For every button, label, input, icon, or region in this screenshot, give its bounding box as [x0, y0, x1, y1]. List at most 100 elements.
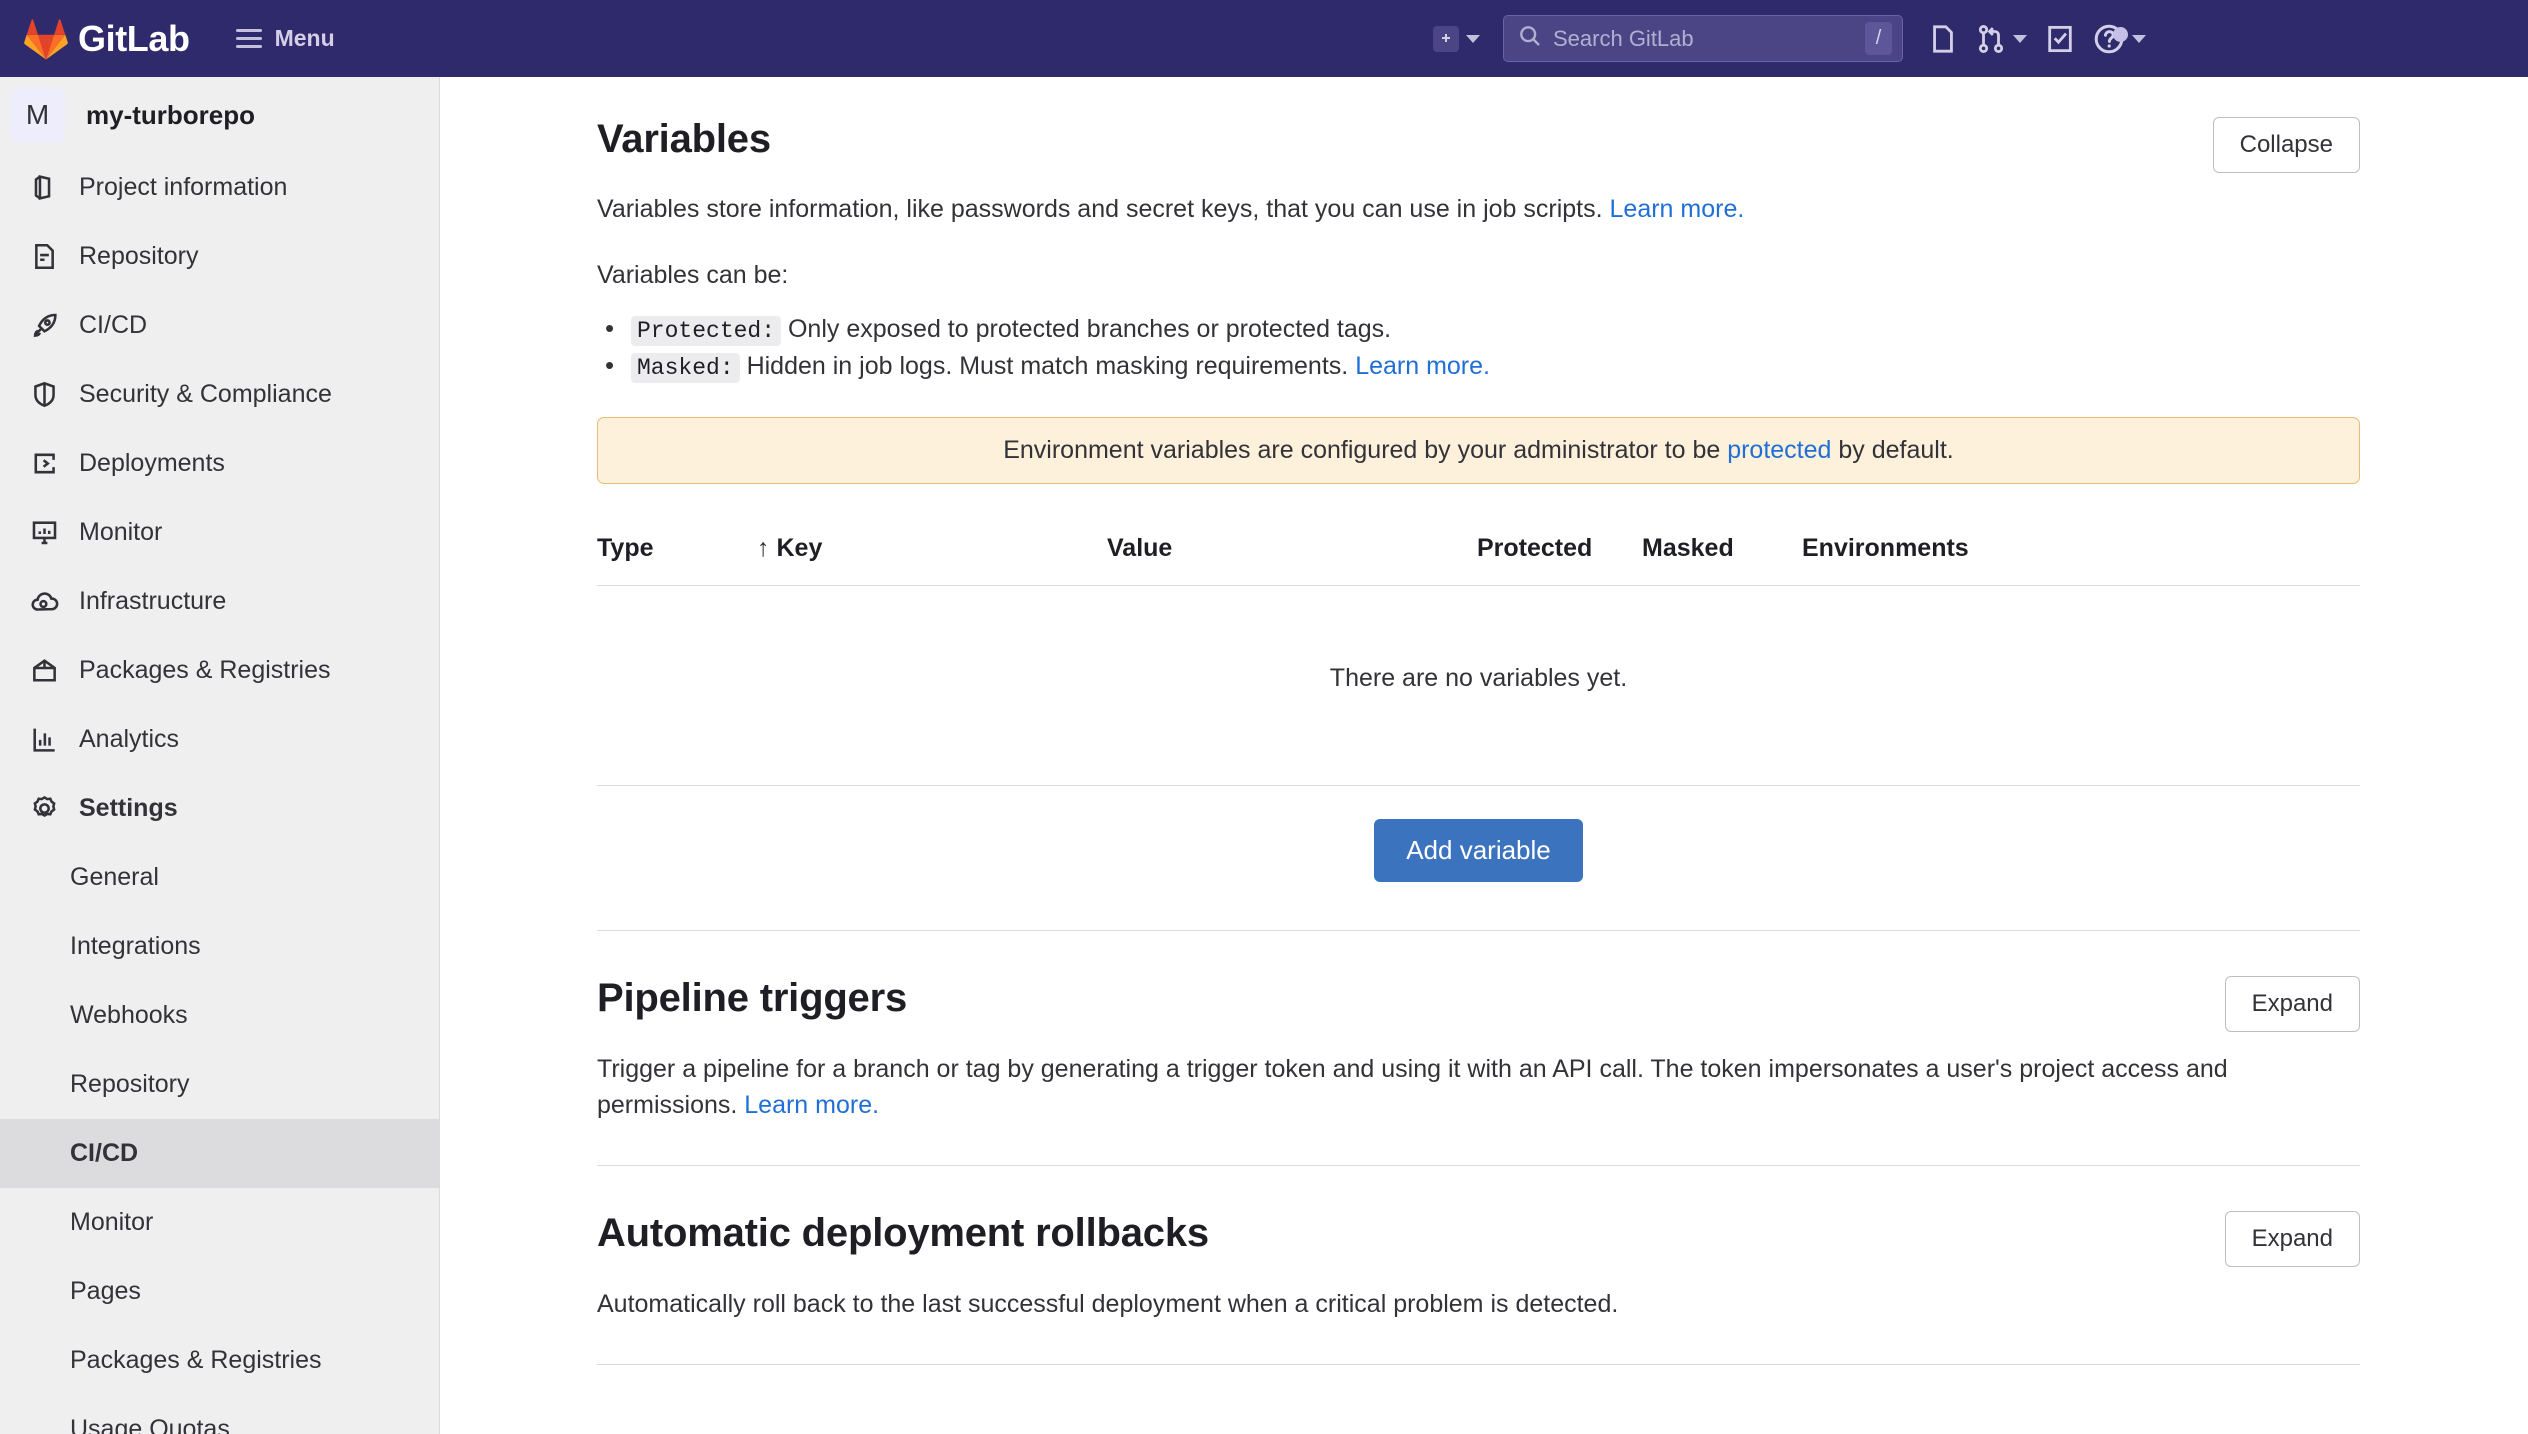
menu-label: Menu	[275, 25, 335, 52]
column-header-type[interactable]: Type	[597, 534, 757, 586]
variables-learn-more-link[interactable]: Learn more.	[1610, 195, 1745, 223]
project-information-icon	[28, 172, 60, 204]
collapse-button[interactable]: Collapse	[2213, 117, 2360, 173]
merge-requests-icon[interactable]	[1967, 15, 2036, 63]
sidebar-item-label: Repository	[79, 242, 199, 271]
masked-code-label: Masked:	[631, 353, 740, 383]
analytics-icon	[28, 724, 60, 756]
variables-intro-body: Variables store information, like passwo…	[597, 195, 1610, 223]
sidebar-subitem-cicd[interactable]: CI/CD	[0, 1119, 439, 1188]
create-new-button[interactable]	[1424, 15, 1489, 63]
sidebar-item-label: Monitor	[79, 518, 162, 547]
add-variable-row: Add variable	[597, 786, 2360, 882]
pipeline-triggers-title: Pipeline triggers	[597, 976, 907, 1021]
pipeline-triggers-description: Trigger a pipeline for a branch or tag b…	[597, 1051, 2360, 1124]
sidebar-subitem-usage-quotas[interactable]: Usage Quotas	[0, 1395, 439, 1434]
sidebar-project-header[interactable]: M my-turborepo	[0, 77, 439, 153]
variables-section: Variables Collapse Variables store infor…	[440, 77, 2528, 882]
sidebar-subitem-monitor[interactable]: Monitor	[0, 1188, 439, 1257]
masked-description: Hidden in job logs. Must match masking r…	[740, 352, 1356, 380]
sidebar-subitem-integrations[interactable]: Integrations	[0, 912, 439, 981]
pipeline-triggers-section: Pipeline triggers Expand Trigger a pipel…	[440, 931, 2528, 1124]
pipeline-triggers-expand-button[interactable]: Expand	[2225, 976, 2360, 1032]
list-item: Protected: Only exposed to protected bra…	[597, 311, 2360, 349]
sidebar-item-label: Analytics	[79, 725, 179, 754]
rollbacks-header: Automatic deployment rollbacks Expand	[597, 1211, 2360, 1267]
rollbacks-expand-button[interactable]: Expand	[2225, 1211, 2360, 1267]
rollbacks-description: Automatically roll back to the last succ…	[597, 1286, 2360, 1322]
protected-code-label: Protected:	[631, 316, 781, 346]
column-header-masked[interactable]: Masked	[1642, 534, 1802, 586]
chevron-down-icon	[2132, 35, 2146, 43]
hamburger-icon	[236, 29, 262, 48]
variables-table: Type ↑Key Value Protected Masked Environ…	[597, 534, 2360, 786]
gitlab-tanuki-icon	[24, 18, 68, 60]
sidebar-subitem-pages[interactable]: Pages	[0, 1257, 439, 1326]
sidebar-item-settings[interactable]: Settings	[0, 774, 439, 843]
rocket-icon	[28, 310, 60, 342]
help-button[interactable]	[2084, 15, 2150, 63]
issues-icon[interactable]	[1919, 15, 1967, 63]
todos-icon[interactable]	[2036, 15, 2084, 63]
list-item: Masked: Hidden in job logs. Must match m…	[597, 348, 2360, 386]
plus-square-icon	[1433, 26, 1459, 52]
sidebar-item-analytics[interactable]: Analytics	[0, 705, 439, 774]
variables-bullet-list: Protected: Only exposed to protected bra…	[597, 311, 2360, 386]
help-notification-badge	[2113, 27, 2128, 42]
brand-name: GitLab	[78, 18, 190, 60]
sidebar-item-packages-registries[interactable]: Packages & Registries	[0, 636, 439, 705]
sidebar-item-security-compliance[interactable]: Security & Compliance	[0, 360, 439, 429]
sidebar-item-repository[interactable]: Repository	[0, 222, 439, 291]
sidebar-item-label: Packages & Registries	[79, 656, 331, 685]
search-placeholder: Search GitLab	[1553, 26, 1865, 52]
column-header-value[interactable]: Value	[1107, 534, 1477, 586]
sidebar-subitem-packages-registries[interactable]: Packages & Registries	[0, 1326, 439, 1395]
gitlab-logo-link[interactable]: GitLab	[24, 18, 190, 60]
monitor-icon	[28, 517, 60, 549]
variables-section-header: Variables Collapse	[597, 117, 2360, 173]
sidebar-item-project-information[interactable]: Project information	[0, 153, 439, 222]
sidebar-item-infrastructure[interactable]: Infrastructure	[0, 567, 439, 636]
navbar-right-group: Search GitLab /	[1424, 0, 2150, 77]
protected-description: Only exposed to protected branches or pr…	[781, 315, 1391, 343]
sidebar-item-cicd[interactable]: CI/CD	[0, 291, 439, 360]
sort-ascending-icon: ↑	[757, 534, 770, 563]
rollbacks-section: Automatic deployment rollbacks Expand Au…	[440, 1166, 2528, 1322]
main-content: Variables Collapse Variables store infor…	[440, 77, 2528, 1434]
deployments-icon	[28, 448, 60, 480]
top-navbar: GitLab Menu Search GitLab /	[0, 0, 2528, 77]
infrastructure-icon	[28, 586, 60, 618]
search-input[interactable]: Search GitLab /	[1503, 15, 1903, 62]
menu-button[interactable]: Menu	[228, 19, 343, 58]
repository-icon	[28, 241, 60, 273]
add-variable-button[interactable]: Add variable	[1374, 819, 1583, 882]
sidebar-item-label: Security & Compliance	[79, 380, 332, 409]
pipeline-triggers-learn-more-link[interactable]: Learn more.	[744, 1091, 879, 1119]
table-header-row: Type ↑Key Value Protected Masked Environ…	[597, 534, 2360, 586]
shield-icon	[28, 379, 60, 411]
sidebar-item-monitor[interactable]: Monitor	[0, 498, 439, 567]
table-empty-row: There are no variables yet.	[597, 585, 2360, 785]
variables-can-be-label: Variables can be:	[597, 257, 2360, 293]
column-header-key[interactable]: ↑Key	[757, 534, 1107, 586]
variables-table-head: Type ↑Key Value Protected Masked Environ…	[597, 534, 2360, 586]
sidebar-item-deployments[interactable]: Deployments	[0, 429, 439, 498]
sidebar-subitem-webhooks[interactable]: Webhooks	[0, 981, 439, 1050]
chevron-down-icon	[2013, 35, 2027, 43]
sidebar-subitem-general[interactable]: General	[0, 843, 439, 912]
alert-protected-link[interactable]: protected	[1727, 436, 1831, 464]
sidebar-item-label: Infrastructure	[79, 587, 226, 616]
sidebar-subitem-repository[interactable]: Repository	[0, 1050, 439, 1119]
gear-icon	[28, 793, 60, 825]
alert-text-before: Environment variables are configured by …	[1003, 436, 1727, 464]
sidebar-item-label: Project information	[79, 173, 287, 202]
variables-table-body: There are no variables yet.	[597, 585, 2360, 785]
pipeline-triggers-header: Pipeline triggers Expand	[597, 976, 2360, 1032]
column-header-environments[interactable]: Environments	[1802, 534, 2360, 586]
sidebar-item-label: Deployments	[79, 449, 225, 478]
page-title: Variables	[597, 117, 771, 162]
column-header-protected[interactable]: Protected	[1477, 534, 1642, 586]
masked-learn-more-link[interactable]: Learn more.	[1355, 352, 1490, 380]
settings-subnav: General Integrations Webhooks Repository…	[0, 843, 439, 1434]
variables-intro-text: Variables store information, like passwo…	[597, 191, 2360, 227]
